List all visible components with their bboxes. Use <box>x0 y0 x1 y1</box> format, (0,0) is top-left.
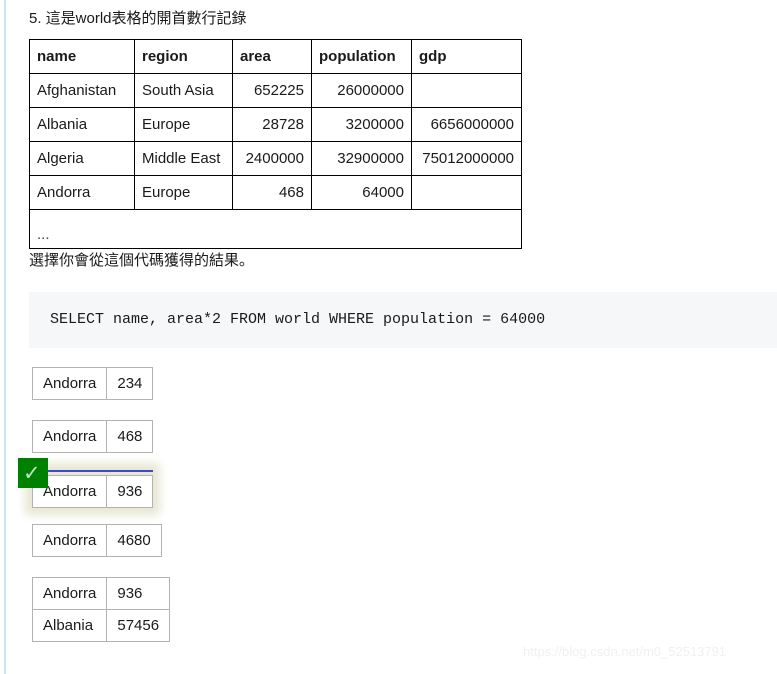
cell-area: 652225 <box>232 73 312 108</box>
prompt-text: 選擇你會從這個代碼獲得的結果。 <box>29 252 255 269</box>
option-result-table: Andorra 468 <box>31 420 154 453</box>
table-header-row: name region area population gdp <box>29 39 522 74</box>
cell-area: 28728 <box>232 107 312 142</box>
cell-region: Europe <box>134 175 233 210</box>
table-row: Andorra Europe 468 64000 <box>29 175 522 210</box>
cell-name: Albania <box>29 107 135 142</box>
cell-name: Algeria <box>29 141 135 176</box>
sql-code-block: SELECT name, area*2 FROM world WHERE pop… <box>29 292 777 348</box>
option-cell-name: Andorra <box>31 577 108 610</box>
option-row: Albania 57456 <box>31 609 171 642</box>
answer-option-3-selected[interactable]: Andorra 936 <box>31 470 154 508</box>
table-row-ellipsis: ... <box>29 209 522 249</box>
option-cell-value: 468 <box>106 420 154 453</box>
option-cell-value: 936 <box>106 475 154 508</box>
left-edge-rule <box>4 0 6 674</box>
column-header-region: region <box>134 39 233 74</box>
option-cell-value: 4680 <box>106 524 162 557</box>
table-row: Algeria Middle East 2400000 32900000 750… <box>29 141 522 176</box>
cell-name: Andorra <box>29 175 135 210</box>
cell-gdp <box>411 175 522 210</box>
option-row: Andorra 468 <box>31 420 154 453</box>
watermark-text: https://blog.csdn.net/m0_52513791 <box>523 644 727 659</box>
column-header-population: population <box>311 39 412 74</box>
answer-option-4[interactable]: Andorra 4680 <box>31 524 162 557</box>
cell-ellipsis: ... <box>29 209 522 249</box>
option-row: Andorra 4680 <box>31 524 162 557</box>
cell-population: 26000000 <box>311 73 412 108</box>
cell-area: 468 <box>232 175 312 210</box>
question-heading: 5. 這是world表格的開首數行記錄 <box>29 10 247 27</box>
cell-gdp: 6656000000 <box>411 107 522 142</box>
cell-gdp: 75012000000 <box>411 141 522 176</box>
column-header-name: name <box>29 39 135 74</box>
option-cell-name: Andorra <box>31 524 108 557</box>
answer-option-1[interactable]: Andorra 234 <box>31 367 154 400</box>
option-result-table: Andorra 936 Albania 57456 <box>31 577 171 642</box>
cell-population: 32900000 <box>311 141 412 176</box>
option-row: Andorra 936 <box>31 475 154 508</box>
option-cell-value: 234 <box>106 367 154 400</box>
cell-region: South Asia <box>134 73 233 108</box>
cell-population: 3200000 <box>311 107 412 142</box>
option-row: Andorra 234 <box>31 367 154 400</box>
option-cell-name: Albania <box>31 609 108 642</box>
cell-gdp <box>411 73 522 108</box>
option-result-table: Andorra 936 <box>31 475 154 508</box>
column-header-gdp: gdp <box>411 39 522 74</box>
cell-region: Europe <box>134 107 233 142</box>
column-header-area: area <box>232 39 312 74</box>
cell-region: Middle East <box>134 141 233 176</box>
option-row: Andorra 936 <box>31 577 171 610</box>
option-cell-name: Andorra <box>31 420 108 453</box>
answer-option-2[interactable]: Andorra 468 <box>31 420 154 453</box>
option-result-table: Andorra 4680 <box>31 524 162 557</box>
checkmark-icon: ✓ <box>23 461 41 485</box>
correct-answer-check-badge: ✓ <box>18 458 48 488</box>
answer-option-5[interactable]: Andorra 936 Albania 57456 <box>31 577 171 642</box>
option-cell-value: 57456 <box>106 609 171 642</box>
world-table: name region area population gdp Afghanis… <box>29 39 522 249</box>
cell-name: Afghanistan <box>29 73 135 108</box>
option-cell-value: 936 <box>106 577 171 610</box>
cell-area: 2400000 <box>232 141 312 176</box>
table-row: Afghanistan South Asia 652225 26000000 <box>29 73 522 108</box>
option-cell-name: Andorra <box>31 367 108 400</box>
option-result-table: Andorra 234 <box>31 367 154 400</box>
cell-population: 64000 <box>311 175 412 210</box>
table-row: Albania Europe 28728 3200000 6656000000 <box>29 107 522 142</box>
sql-code-text: SELECT name, area*2 FROM world WHERE pop… <box>50 311 546 328</box>
